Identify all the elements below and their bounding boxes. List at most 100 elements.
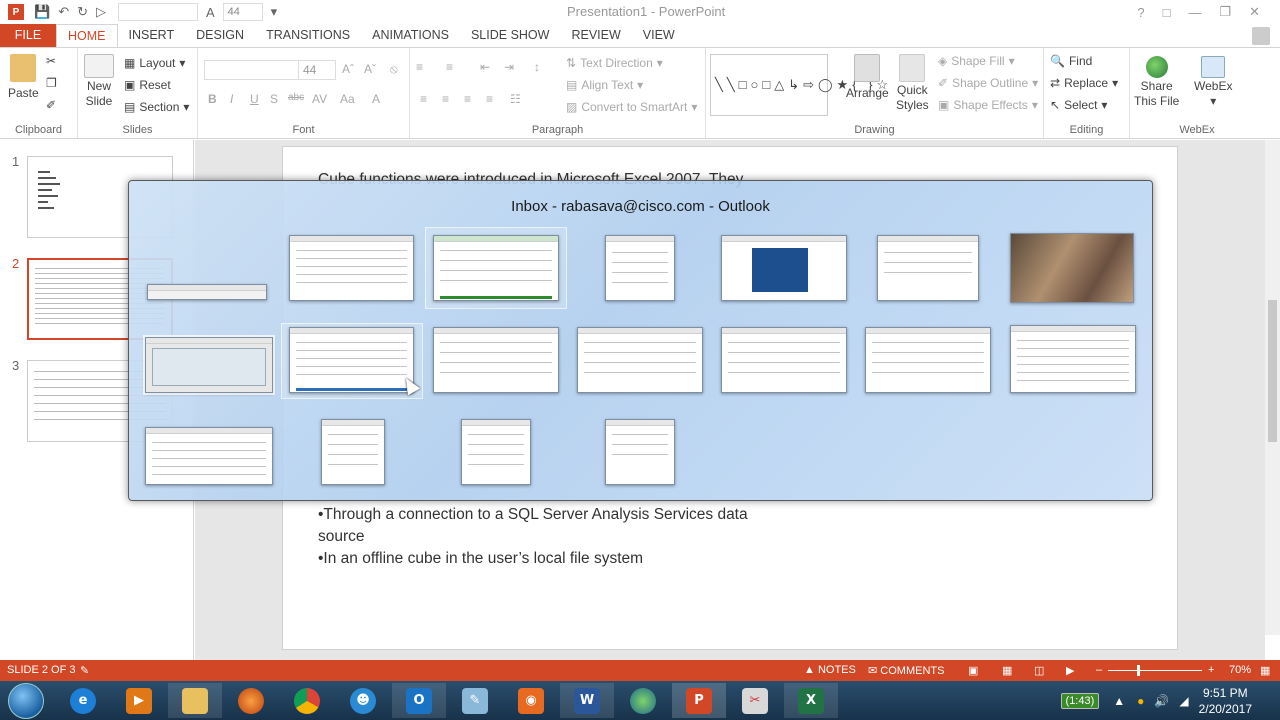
tab-animations[interactable]: ANIMATIONS — [361, 24, 460, 47]
change-case-icon[interactable]: Aa — [340, 92, 355, 106]
taskbar-ie[interactable]: e — [56, 683, 110, 718]
underline-button[interactable]: U — [250, 92, 259, 106]
strikethrough-button[interactable]: abc — [288, 92, 304, 103]
window-preview[interactable] — [721, 327, 847, 393]
shape-outline-button[interactable]: ✐ Shape Outline ▾ — [938, 76, 1038, 90]
shape-effects-button[interactable]: ▣ Shape Effects ▾ — [938, 98, 1038, 112]
increase-indent-icon[interactable]: ⇥ — [504, 60, 514, 74]
tab-insert[interactable]: INSERT — [118, 24, 186, 47]
window-preview[interactable] — [461, 419, 531, 485]
window-preview[interactable] — [145, 427, 273, 485]
scrollbar-thumb[interactable] — [1268, 300, 1277, 442]
window-preview[interactable] — [577, 327, 703, 393]
reset-button[interactable]: ▣ Reset — [124, 78, 171, 92]
normal-view-icon[interactable]: ▣ — [968, 664, 978, 677]
font-size-box[interactable]: 44 — [298, 60, 336, 80]
powerpoint-app-icon[interactable]: P — [8, 4, 24, 20]
ribbon-display-icon[interactable]: □ — [1163, 5, 1171, 20]
taskbar-notes[interactable]: ✎ — [448, 683, 502, 718]
show-hidden-icons-icon[interactable]: ▲ — [1113, 694, 1125, 708]
window-preview[interactable] — [289, 327, 414, 393]
window-preview[interactable] — [605, 419, 675, 485]
share-this-file-button[interactable]: Share This File — [1134, 56, 1179, 108]
text-direction-button[interactable]: ⇅ Text Direction ▾ — [566, 56, 663, 70]
undo-icon[interactable]: ↶ — [58, 4, 69, 20]
window-preview[interactable] — [289, 235, 414, 301]
quick-styles-button[interactable]: Quick Styles — [896, 54, 929, 112]
line-spacing-icon[interactable]: ↕ — [534, 60, 540, 74]
replace-button[interactable]: ⇄ Replace ▾ — [1050, 76, 1118, 90]
align-center-icon[interactable]: ≡ — [442, 92, 449, 106]
justify-icon[interactable]: ≡ — [486, 92, 493, 106]
volume-icon[interactable]: 🔊 — [1154, 694, 1169, 708]
zoom-out-icon[interactable]: – — [1096, 664, 1102, 676]
reading-view-icon[interactable]: ◫ — [1034, 664, 1044, 677]
tab-transitions[interactable]: TRANSITIONS — [255, 24, 361, 47]
numbering-icon[interactable]: ≡ — [446, 60, 453, 74]
user-account[interactable] — [1252, 27, 1270, 45]
fit-slide-icon[interactable]: ▦ — [1260, 664, 1270, 677]
shadow-icon[interactable]: S — [270, 92, 278, 106]
photo-window-preview[interactable] — [1010, 233, 1134, 303]
align-right-icon[interactable]: ≡ — [464, 92, 471, 106]
taskbar-powerpoint[interactable]: P — [672, 683, 726, 718]
window-preview[interactable] — [605, 235, 675, 301]
spell-check-icon[interactable]: ✎ — [80, 664, 89, 677]
qat-font-box[interactable] — [118, 3, 198, 21]
qat-font-size-box[interactable]: 44 — [222, 3, 263, 21]
avatar[interactable] — [1252, 27, 1270, 45]
taskbar-network[interactable] — [616, 683, 670, 718]
shape-fill-button[interactable]: ◈ Shape Fill ▾ — [938, 54, 1015, 68]
char-spacing-icon[interactable]: AV — [312, 92, 327, 106]
shrink-font-icon[interactable]: Aˇ — [364, 62, 376, 76]
font-color-ribbon-icon[interactable]: A — [372, 92, 380, 106]
slide-bullet-1-line-2[interactable]: source — [318, 526, 788, 548]
taskbar-jabber[interactable]: ☻ — [336, 683, 390, 718]
font-color-icon[interactable]: A — [206, 5, 215, 20]
align-left-icon[interactable]: ≡ — [420, 92, 427, 106]
format-painter-icon[interactable]: ✐ — [46, 98, 56, 112]
wifi-signal-icon[interactable]: ◢ — [1179, 694, 1188, 708]
taskbar-chrome[interactable] — [280, 683, 334, 718]
tab-home[interactable]: HOME — [56, 24, 118, 47]
zoom-slider-handle[interactable] — [1137, 665, 1140, 676]
layout-button[interactable]: ▦ Layout ▾ — [124, 56, 185, 70]
start-button[interactable] — [8, 683, 44, 719]
tray-app-icon[interactable]: ● — [1137, 694, 1144, 708]
webex-button[interactable]: WebEx ▾ — [1194, 56, 1232, 108]
vertical-scrollbar[interactable] — [1265, 140, 1280, 635]
notes-button[interactable]: ▲ NOTES — [804, 664, 856, 676]
find-button[interactable]: 🔍 Find — [1050, 54, 1092, 68]
start-slideshow-icon[interactable]: ▷ — [96, 4, 106, 20]
tab-slide-show[interactable]: SLIDE SHOW — [460, 24, 561, 47]
bold-button[interactable]: B — [208, 92, 217, 106]
font-name-box[interactable] — [204, 60, 299, 80]
new-slide-button[interactable]: New Slide — [84, 54, 114, 108]
help-icon[interactable]: ? — [1137, 5, 1144, 20]
taskbar-explorer[interactable] — [168, 683, 222, 718]
taskbar-clock[interactable]: 9:51 PM 2/20/2017 — [1199, 685, 1252, 717]
window-preview[interactable] — [1010, 325, 1136, 393]
slide-bullet-1-line-1[interactable]: •Through a connection to a SQL Server An… — [318, 504, 788, 526]
taskbar-outlook[interactable]: O — [392, 683, 446, 718]
bullets-icon[interactable]: ≡ — [416, 60, 423, 74]
taskbar-word[interactable]: W — [560, 683, 614, 718]
clear-format-icon[interactable]: ⦸ — [390, 62, 398, 77]
taskbar-firefox[interactable] — [224, 683, 278, 718]
redo-icon[interactable]: ↻ — [77, 4, 88, 20]
comments-button[interactable]: ✉ COMMENTS — [868, 664, 944, 677]
slideshow-view-icon[interactable]: ▶ — [1066, 664, 1074, 677]
window-preview[interactable] — [321, 419, 385, 485]
window-preview[interactable] — [865, 327, 991, 393]
taskbar-snipping[interactable]: ✂ — [728, 683, 782, 718]
taskbar-snagit[interactable]: ◉ — [504, 683, 558, 718]
zoom-level[interactable]: 70% — [1229, 664, 1251, 676]
battery-indicator[interactable]: (1:43) — [1060, 692, 1100, 709]
align-text-button[interactable]: ▤ Align Text ▾ — [566, 78, 643, 92]
tab-review[interactable]: REVIEW — [560, 24, 631, 47]
minimize-icon[interactable]: — — [1188, 5, 1201, 20]
window-preview[interactable] — [877, 235, 979, 301]
convert-smartart-button[interactable]: ▨ Convert to SmartArt ▾ — [566, 100, 697, 114]
zoom-in-icon[interactable]: + — [1208, 664, 1214, 676]
arrange-button[interactable]: Arrange — [846, 54, 889, 100]
